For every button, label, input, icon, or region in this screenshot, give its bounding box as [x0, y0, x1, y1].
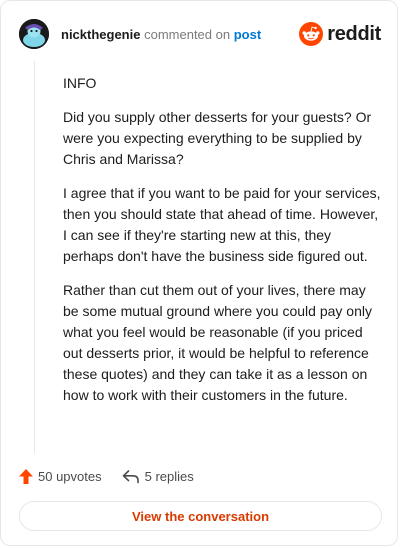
reply-icon — [122, 469, 139, 483]
action-text: commented on — [144, 26, 231, 42]
thread-line — [34, 61, 35, 453]
comment-paragraph: Did you supply other desserts for your g… — [63, 109, 372, 167]
reddit-brand[interactable]: reddit — [299, 22, 381, 46]
upvote-arrow-icon — [19, 468, 33, 484]
comment-header: nickthegenie commented on post reddit — [19, 17, 381, 51]
comment-paragraph: I agree that if you want to be paid for … — [63, 185, 381, 264]
replies-stat[interactable]: 5 replies — [122, 469, 194, 484]
reddit-wordmark: reddit — [327, 22, 381, 45]
upvote-stat[interactable]: 50 upvotes — [19, 468, 102, 484]
view-conversation-button[interactable]: View the conversation — [19, 501, 382, 531]
comment-paragraph: Rather than cut them out of your lives, … — [63, 282, 372, 403]
avatar[interactable] — [19, 19, 49, 49]
username[interactable]: nickthegenie — [61, 27, 140, 42]
avatar-icon — [19, 19, 49, 49]
comment-card: nickthegenie commented on post reddit IN… — [0, 0, 398, 546]
reply-count: 5 replies — [144, 468, 194, 484]
comment-stats: 50 upvotes 5 replies — [19, 465, 194, 487]
comment-body: INFO Did you supply other desserts for y… — [63, 73, 383, 419]
upvote-count: 50 upvotes — [38, 468, 102, 484]
comment-paragraph: INFO — [63, 75, 97, 91]
post-link[interactable]: post — [234, 27, 261, 42]
reddit-logo-icon — [299, 22, 324, 46]
comment-meta: nickthegenie commented on post — [61, 27, 261, 42]
